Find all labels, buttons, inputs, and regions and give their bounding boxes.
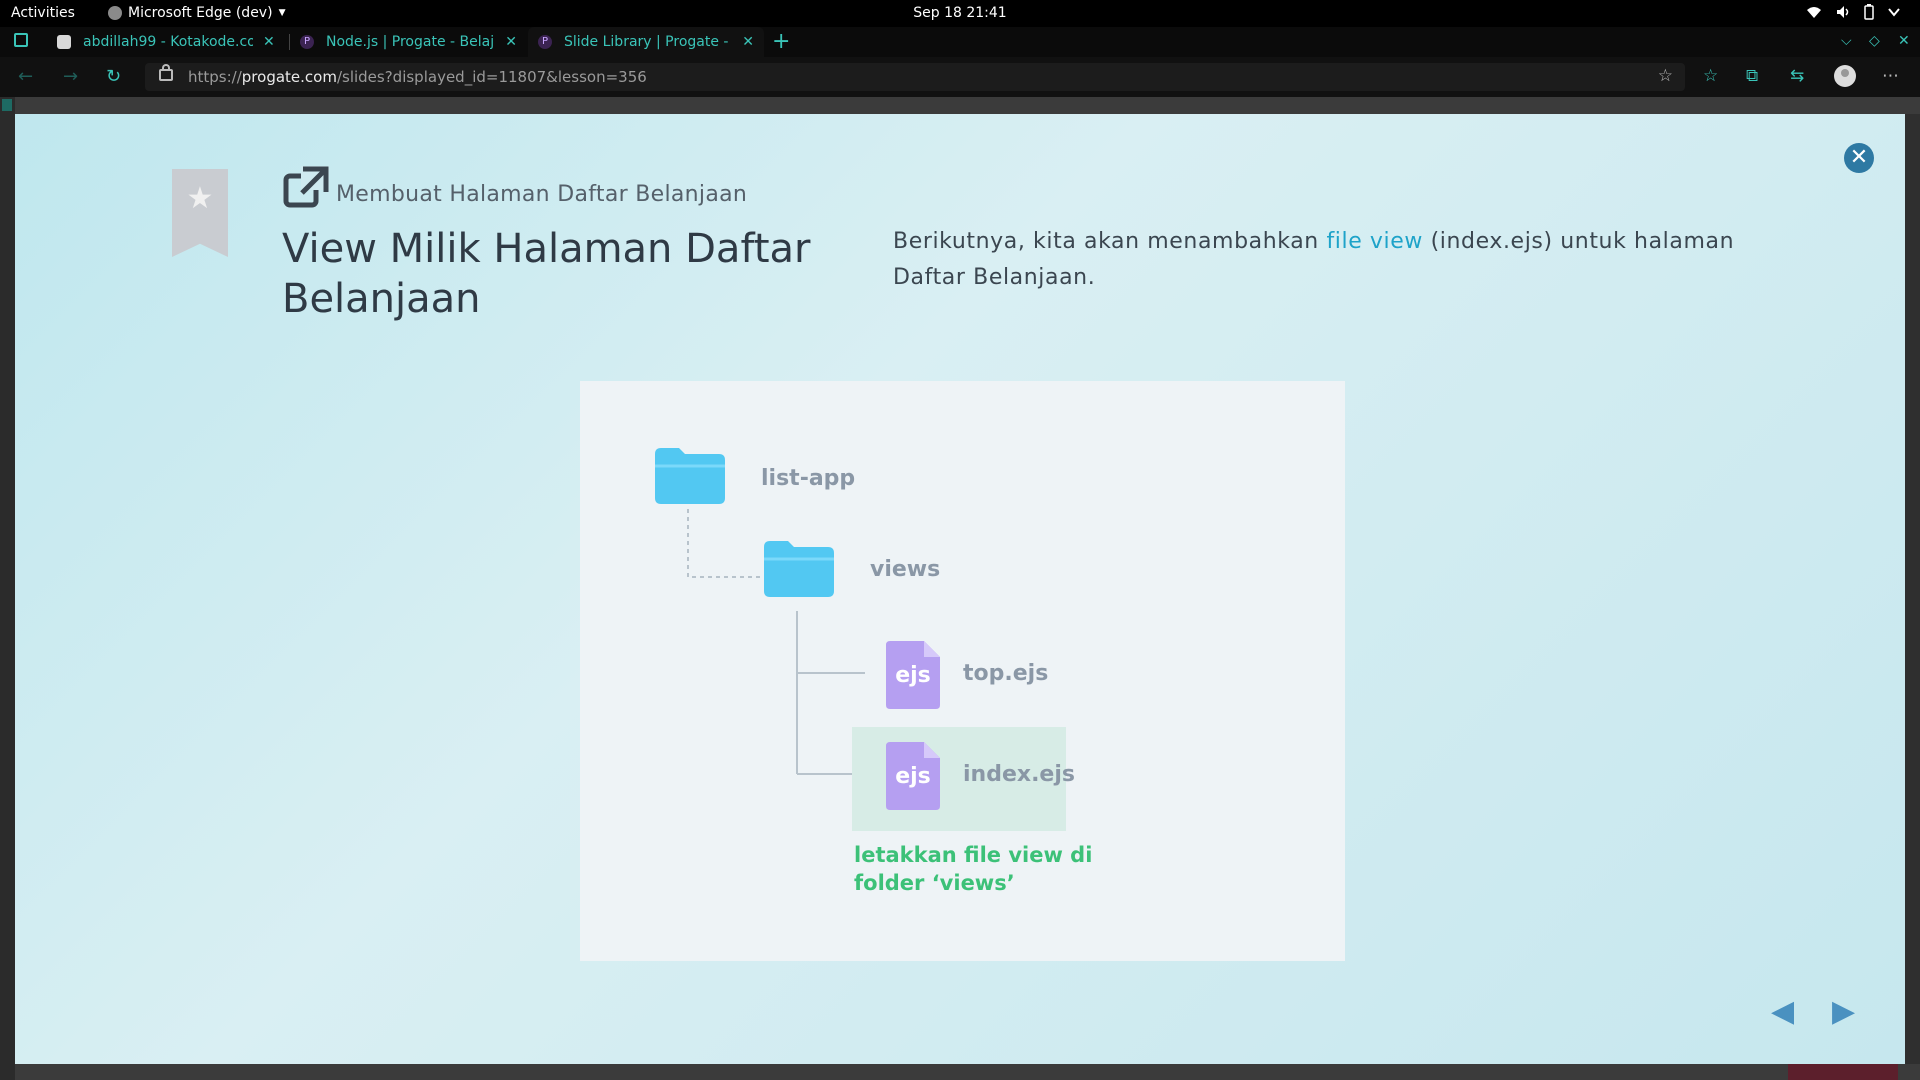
forward-icon[interactable]: → xyxy=(63,66,78,87)
root-folder-label: list-app xyxy=(761,466,856,491)
section-label: Membuat Halaman Daftar Belanjaan xyxy=(336,182,748,207)
kotakode-favicon-icon xyxy=(57,35,71,49)
add-favorite-icon[interactable]: ☆ xyxy=(1658,66,1673,86)
file-label: top.ejs xyxy=(963,661,1049,686)
views-folder-icon xyxy=(764,541,834,597)
app-menu[interactable]: Microsoft Edge (dev) ▼ xyxy=(108,5,285,21)
tab-strip: abdillah99 - Kotakode.com ✕ P Node.js | … xyxy=(0,27,1920,57)
clock[interactable]: Sep 18 21:41 xyxy=(913,5,1006,21)
collections-icon[interactable]: ⧉ xyxy=(1746,66,1758,86)
lock-icon[interactable] xyxy=(159,64,173,81)
bottom-notification-badge[interactable] xyxy=(1788,1064,1898,1080)
ejs-file-icon: ejs xyxy=(886,641,940,709)
star-icon: ★ xyxy=(186,181,214,216)
edge-icon xyxy=(108,6,122,20)
tab-title: Node.js | Progate - Belajar xyxy=(326,34,496,50)
back-icon[interactable]: ← xyxy=(18,66,33,87)
battery-icon xyxy=(1864,4,1874,20)
slide-modal: ★ Membuat Halaman Daftar Belanjaan View … xyxy=(15,114,1905,1064)
highlight-term: file view xyxy=(1326,229,1423,254)
caret-down-icon: ▼ xyxy=(278,8,286,18)
tab-kotakode[interactable]: abdillah99 - Kotakode.com ✕ xyxy=(47,27,287,57)
favorites-icon[interactable]: ☆ xyxy=(1703,66,1718,86)
ejs-file-icon: ejs xyxy=(886,742,940,810)
browser-toolbar: ← → ↻ https://progate.com/slides?display… xyxy=(0,57,1920,97)
progate-favicon-icon: P xyxy=(538,35,552,49)
tab-list-icon[interactable]: ⌵ xyxy=(1841,33,1852,49)
slide-title: View Milik Halaman Daftar Belanjaan xyxy=(282,226,811,322)
tab-actions-icon[interactable] xyxy=(14,33,28,47)
system-top-bar: Activities Microsoft Edge (dev) ▼ Sep 18… xyxy=(0,0,1920,27)
new-tab-button[interactable]: + xyxy=(772,29,790,54)
slide-description: Berikutnya, kita akan menambahkan file v… xyxy=(893,229,1735,290)
tab-slide-library[interactable]: P Slide Library | Progate - Belajar ✕ xyxy=(528,27,764,57)
window-close-icon[interactable]: ✕ xyxy=(1898,33,1910,49)
tab-close-icon[interactable]: ✕ xyxy=(742,34,754,50)
list-app-folder-icon xyxy=(655,448,725,504)
tab-close-icon[interactable]: ✕ xyxy=(505,34,517,50)
close-button[interactable]: ✕ xyxy=(1844,143,1874,173)
progate-favicon-icon: P xyxy=(300,35,314,49)
file-badge: ejs xyxy=(895,764,931,789)
folder-structure-diagram: list-app views ejs top.ejs ejs index.ejs… xyxy=(580,381,1345,961)
address-bar[interactable]: https://progate.com/slides?displayed_id=… xyxy=(145,63,1685,91)
volume-icon xyxy=(1837,6,1849,18)
page-edge xyxy=(0,97,15,1080)
bookmark-star-button[interactable]: ★ xyxy=(172,169,228,257)
wifi-icon xyxy=(1807,7,1821,18)
tab-close-icon[interactable]: ✕ xyxy=(263,34,275,50)
tab-nodejs-progate[interactable]: P Node.js | Progate - Belajar ✕ xyxy=(290,27,527,57)
activities-button[interactable]: Activities xyxy=(11,5,75,21)
external-link-icon[interactable] xyxy=(283,166,329,208)
sub-folder-label: views xyxy=(870,557,941,582)
sidebar-icon[interactable]: ◇ xyxy=(1869,33,1880,49)
next-slide-button[interactable]: ▶ xyxy=(1832,994,1855,1029)
scrollbar[interactable] xyxy=(1905,114,1920,1064)
file-label: index.ejs xyxy=(963,762,1075,787)
previous-slide-button[interactable]: ◀ xyxy=(1771,994,1794,1029)
share-icon[interactable]: ⇆ xyxy=(1790,66,1804,86)
app-name: Microsoft Edge (dev) xyxy=(128,5,273,21)
reload-icon[interactable]: ↻ xyxy=(106,66,121,87)
more-menu-icon[interactable]: ⋯ xyxy=(1882,66,1899,86)
url-text[interactable]: https://progate.com/slides?displayed_id=… xyxy=(188,68,647,86)
tab-title: Slide Library | Progate - Belajar xyxy=(564,34,732,50)
tab-title: abdillah99 - Kotakode.com xyxy=(83,34,253,50)
profile-avatar[interactable] xyxy=(1834,65,1856,87)
file-badge: ejs xyxy=(895,663,931,688)
diagram-note: letakkan file view di folder ‘views’ xyxy=(854,843,1093,895)
power-menu-icon xyxy=(1888,8,1900,17)
system-tray[interactable] xyxy=(1806,4,1900,20)
